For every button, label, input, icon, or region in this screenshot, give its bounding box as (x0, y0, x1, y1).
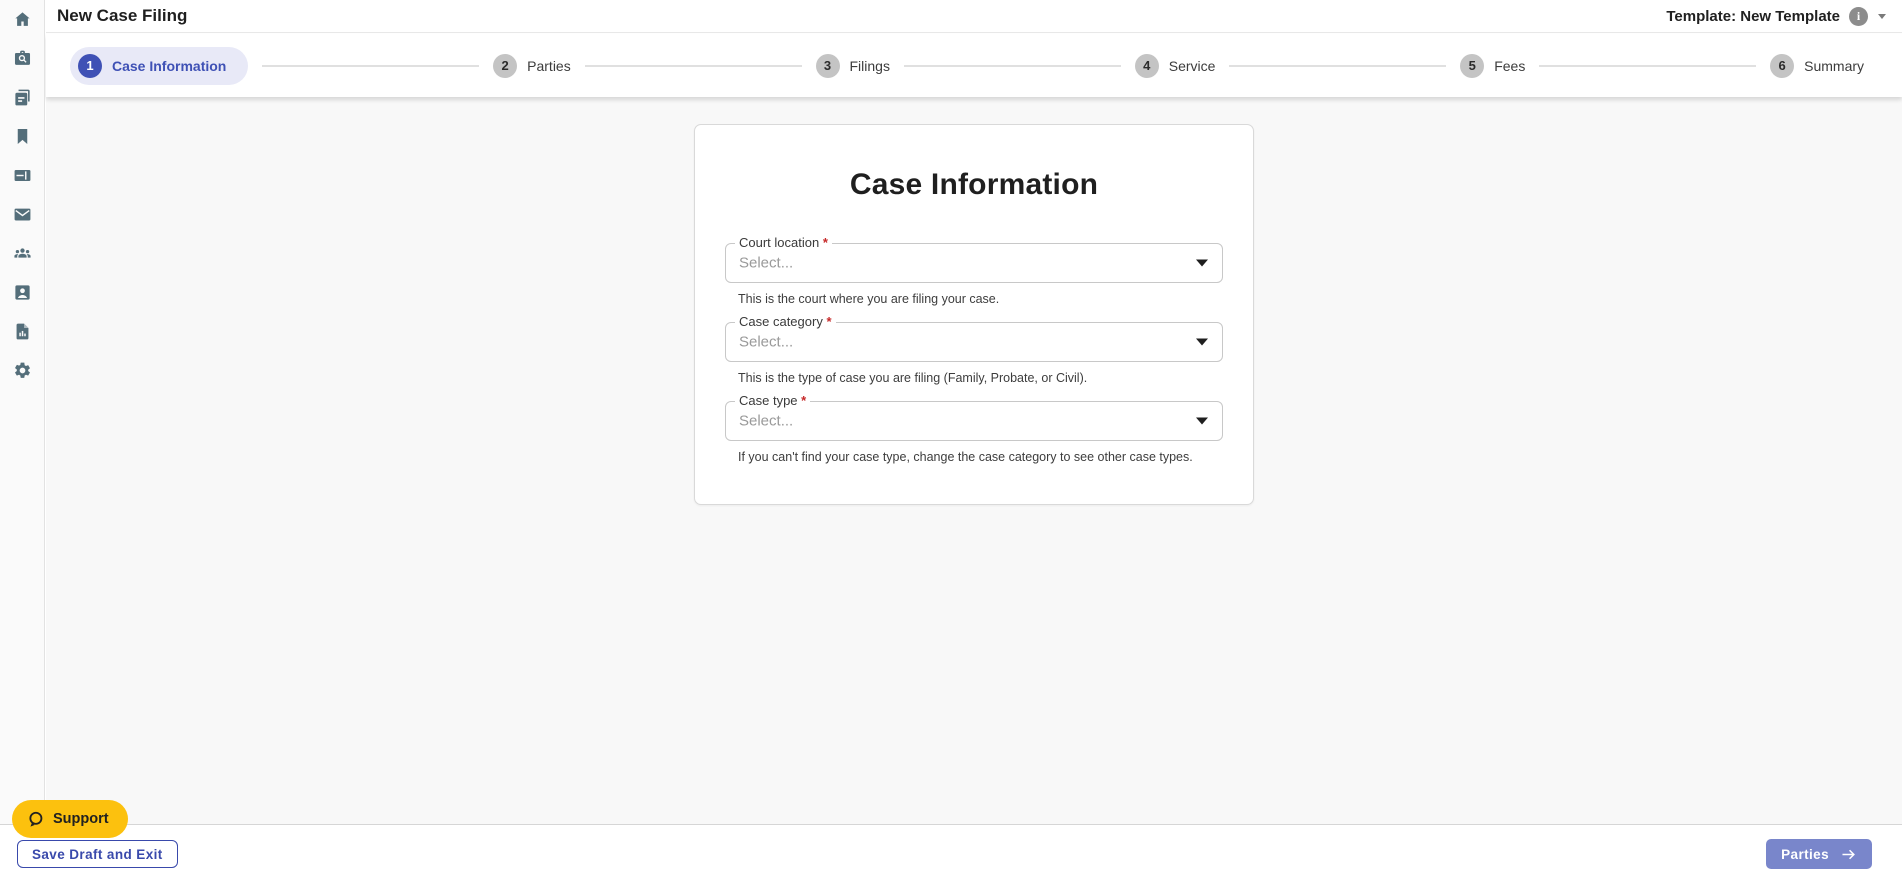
top-bar: New Case Filing Template: New Template i (46, 0, 1902, 33)
case-type-select[interactable]: Case type * Select... (725, 393, 1223, 441)
page-title: New Case Filing (57, 6, 188, 25)
court-location-field-group: Court location * Select... This is the c… (725, 235, 1223, 306)
parties-icon[interactable] (11, 243, 33, 263)
main-content: Case Information Court location * Select… (46, 97, 1902, 824)
case-type-field-group: Case type * Select... If you can't find … (725, 393, 1223, 464)
step-label: Service (1168, 57, 1216, 74)
filings-icon[interactable] (11, 87, 33, 107)
court-location-select[interactable]: Court location * Select... (725, 235, 1223, 283)
step-label: Parties (527, 57, 571, 74)
field-label: Case category * (735, 314, 836, 330)
field-helper-text: This is the court where you are filing y… (738, 292, 1000, 306)
step-label: Summary (1804, 57, 1865, 74)
step-parties[interactable]: 2 Parties (493, 53, 571, 78)
step-number: 2 (493, 53, 518, 78)
next-step-parties-button[interactable]: Parties (1766, 839, 1872, 869)
support-label: Support (53, 811, 109, 827)
arrow-right-icon (1842, 849, 1855, 859)
step-number: 4 (1134, 53, 1159, 78)
case-category-select[interactable]: Case category * Select... (725, 314, 1223, 362)
step-fees[interactable]: 5 Fees (1460, 53, 1526, 78)
step-case-information[interactable]: 1 Case Information (70, 46, 249, 85)
field-label: Case type * (735, 393, 811, 409)
step-connector (903, 64, 1121, 67)
save-draft-button[interactable]: Save Draft and Exit (17, 840, 178, 868)
step-service[interactable]: 4 Service (1134, 53, 1216, 78)
step-connector (1229, 64, 1447, 67)
step-summary[interactable]: 6 Summary (1770, 53, 1865, 78)
step-number: 1 (78, 53, 102, 78)
chat-bubble-icon (29, 811, 43, 827)
home-icon[interactable] (11, 9, 33, 29)
footer-action-bar: Save Draft and Exit Parties (0, 824, 1902, 883)
contacts-icon[interactable] (11, 282, 33, 302)
select-placeholder: Select... (739, 254, 794, 272)
dropdown-arrow-icon (1196, 417, 1208, 425)
select-placeholder: Select... (739, 412, 794, 430)
step-number: 5 (1460, 53, 1485, 78)
step-number: 6 (1770, 53, 1795, 78)
field-helper-text: If you can't find your case type, change… (738, 450, 1193, 464)
settings-icon[interactable] (11, 360, 33, 380)
reports-icon[interactable] (11, 321, 33, 341)
select-placeholder: Select... (739, 333, 794, 351)
mail-icon[interactable] (11, 204, 33, 224)
case-category-field-group: Case category * Select... This is the ty… (725, 314, 1223, 385)
field-helper-text: This is the type of case you are filing … (738, 371, 1088, 385)
case-information-card: Case Information Court location * Select… (694, 124, 1254, 505)
step-label: Case Information (112, 57, 227, 74)
required-marker: * (826, 314, 832, 329)
field-label: Court location * (735, 235, 832, 251)
card-title: Case Information (849, 168, 1099, 201)
left-icon-rail (0, 0, 45, 824)
step-label: Fees (1494, 57, 1526, 74)
step-connector (1539, 64, 1757, 67)
case-search-icon[interactable] (11, 48, 33, 68)
step-filings[interactable]: 3 Filings (815, 53, 890, 78)
next-button-label: Parties (1781, 846, 1829, 862)
support-button[interactable]: Support (12, 800, 128, 838)
step-connector (584, 64, 802, 67)
bookmark-icon[interactable] (11, 126, 33, 146)
wizard-stepper: 1 Case Information 2 Parties 3 Filings 4… (46, 34, 1902, 97)
required-marker: * (801, 393, 807, 408)
template-selector[interactable]: Template: New Template i (1666, 6, 1886, 26)
template-label: Template: New Template (1666, 7, 1840, 25)
required-marker: * (822, 235, 828, 250)
payment-icon[interactable] (11, 165, 33, 185)
step-number: 3 (815, 53, 840, 78)
chevron-down-icon[interactable] (1878, 13, 1886, 19)
info-icon[interactable]: i (1849, 6, 1868, 26)
step-connector (262, 64, 480, 67)
step-label: Filings (849, 57, 890, 74)
dropdown-arrow-icon (1196, 259, 1208, 267)
dropdown-arrow-icon (1196, 338, 1208, 346)
